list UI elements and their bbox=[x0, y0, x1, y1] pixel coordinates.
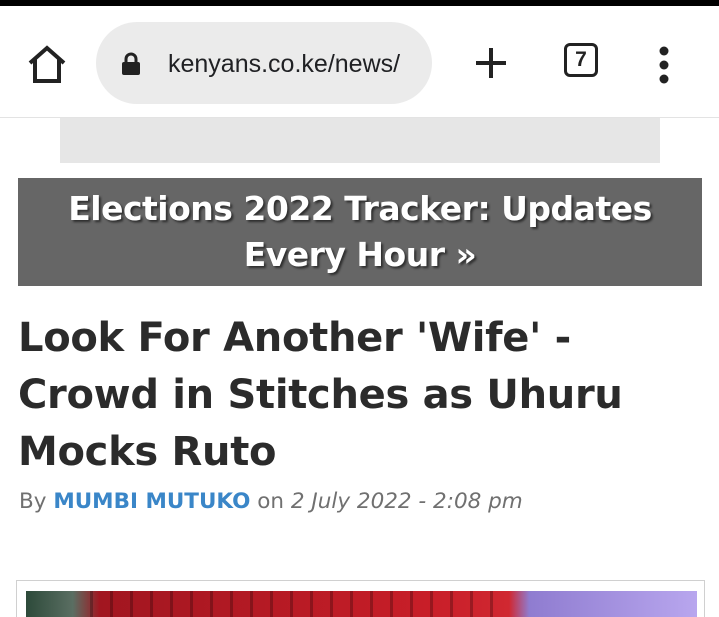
url-text[interactable]: kenyans.co.ke/news/ bbox=[168, 47, 428, 81]
photo-curtain-pattern bbox=[90, 591, 510, 617]
elections-tracker-banner[interactable]: Elections 2022 Tracker: Updates Every Ho… bbox=[18, 178, 702, 286]
address-bar[interactable]: kenyans.co.ke/news/ bbox=[96, 22, 432, 104]
home-icon bbox=[28, 45, 66, 83]
article-photo[interactable] bbox=[26, 591, 697, 617]
menu-button[interactable] bbox=[650, 42, 678, 88]
home-button[interactable] bbox=[24, 42, 70, 88]
more-vert-icon bbox=[659, 46, 669, 84]
ad-placeholder bbox=[60, 118, 660, 163]
article-image-card bbox=[16, 580, 705, 617]
browser-toolbar: kenyans.co.ke/news/ 7 bbox=[0, 6, 719, 118]
new-tab-button[interactable] bbox=[470, 42, 512, 84]
tracker-banner-text[interactable]: Elections 2022 Tracker: Updates Every Ho… bbox=[40, 186, 680, 278]
lock-icon bbox=[122, 52, 140, 75]
tab-switcher-button[interactable]: 7 bbox=[564, 43, 598, 77]
byline-on: on bbox=[257, 489, 285, 514]
article-headline: Look For Another 'Wife' - Crowd in Stitc… bbox=[18, 315, 623, 475]
author-link[interactable]: MUMBI MUTUKO bbox=[53, 489, 250, 514]
publish-date: 2 July 2022 - 2:08 pm bbox=[290, 489, 523, 514]
plus-icon bbox=[476, 48, 506, 78]
byline-prefix: By bbox=[19, 489, 47, 514]
article-byline: By MUMBI MUTUKO on 2 July 2022 - 2:08 pm bbox=[19, 486, 709, 518]
